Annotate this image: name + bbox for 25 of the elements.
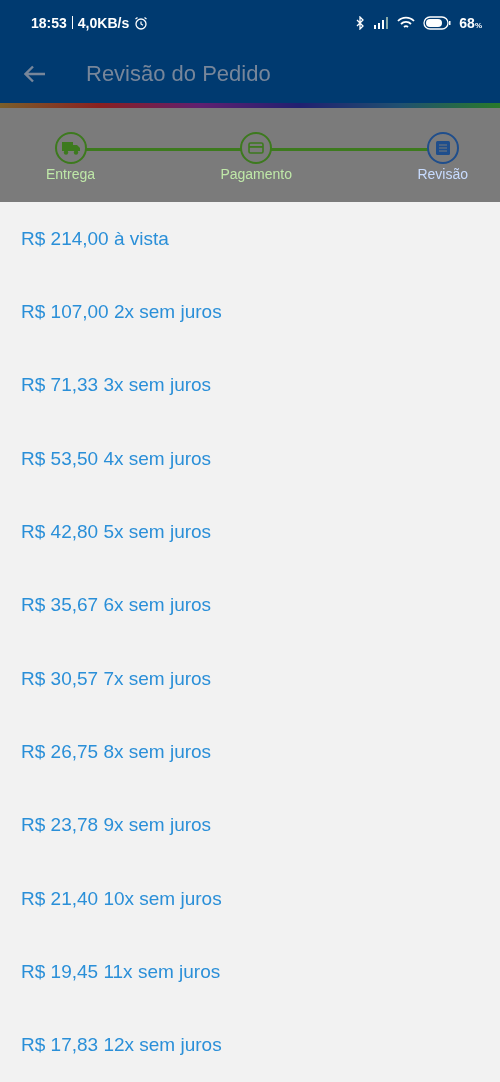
installment-option[interactable]: R$ 17,83 12x sem juros <box>0 1008 500 1082</box>
battery-icon <box>423 15 452 30</box>
step-label: Revisão <box>417 166 468 182</box>
step-label: Entrega <box>46 166 96 182</box>
back-button[interactable] <box>24 65 46 83</box>
battery-percent: 68% <box>459 14 482 31</box>
screen-title: Revisão do Pedido <box>86 61 271 87</box>
network-speed: 4,0KB/s <box>77 14 130 31</box>
installment-option[interactable]: R$ 214,00 à vista <box>0 202 500 276</box>
installment-option[interactable]: R$ 19,45 11x sem juros <box>0 935 500 1009</box>
bluetooth-icon <box>356 15 366 30</box>
installment-option[interactable]: R$ 21,40 10x sem juros <box>0 861 500 936</box>
installment-option[interactable]: R$ 42,80 5x sem juros <box>0 495 500 569</box>
signal-icon <box>373 16 390 29</box>
installment-option[interactable]: R$ 35,67 6x sem juros <box>0 568 500 642</box>
alarm-icon <box>134 15 149 30</box>
installment-option[interactable]: R$ 71,33 3x sem juros <box>0 348 500 422</box>
wifi-icon <box>397 15 416 30</box>
status-time: 18:53 <box>31 14 67 31</box>
installment-option[interactable]: R$ 30,57 7x sem juros <box>0 641 500 716</box>
step-label: Pagamento <box>220 166 293 182</box>
installment-option[interactable]: R$ 53,50 4x sem juros <box>0 422 500 496</box>
installment-option[interactable]: R$ 23,78 9x sem juros <box>0 788 500 862</box>
installment-option[interactable]: R$ 107,00 2x sem juros <box>0 275 500 349</box>
installment-option[interactable]: R$ 26,75 8x sem juros <box>0 715 500 789</box>
